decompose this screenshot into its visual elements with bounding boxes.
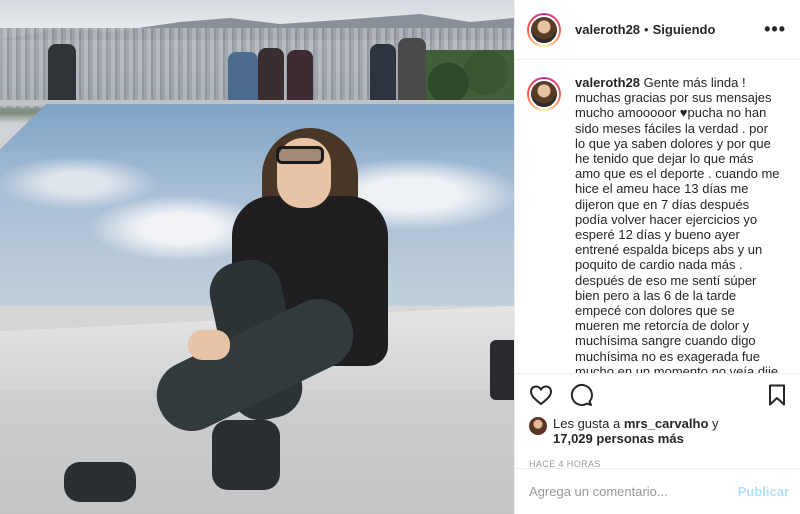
heart-outline-icon[interactable] <box>529 383 553 407</box>
bag <box>490 340 514 400</box>
black-heart-icon: ♥ <box>679 105 688 121</box>
more-options-icon[interactable]: ••• <box>764 19 786 40</box>
trees <box>420 50 514 105</box>
bystander <box>228 52 258 102</box>
bystander <box>370 44 396 102</box>
sunglasses <box>276 146 324 164</box>
actions-area: Les gusta a mrs_carvalho y 17,029 person… <box>515 373 800 474</box>
instagram-post: valeroth28 • Siguiendo ••• valeroth28 Ge… <box>0 0 800 514</box>
side-panel: valeroth28 • Siguiendo ••• valeroth28 Ge… <box>514 0 800 514</box>
separator-dot: • <box>644 22 649 37</box>
caption: valeroth28 Gente más linda ! muchas grac… <box>575 75 781 373</box>
bystander <box>258 48 284 102</box>
woman-hand <box>188 330 230 360</box>
likes-prefix: Les gusta a <box>553 416 624 431</box>
caption-text: pucha no han sido meses fáciles la verda… <box>575 105 780 373</box>
caption-username[interactable]: valeroth28 <box>575 75 640 90</box>
likes-summary: Les gusta a mrs_carvalho y 17,029 person… <box>515 416 800 456</box>
likes-text: Les gusta a mrs_carvalho y 17,029 person… <box>553 416 753 446</box>
bystander <box>398 38 426 104</box>
header-username[interactable]: valeroth28 <box>575 22 640 37</box>
avatar[interactable] <box>529 14 559 45</box>
comment-input[interactable] <box>529 484 738 499</box>
bookmark-icon[interactable] <box>765 383 789 407</box>
following-button[interactable]: Siguiendo <box>653 22 716 37</box>
bystander <box>48 44 76 104</box>
story-ring[interactable] <box>527 12 561 47</box>
comment-box: Publicar <box>515 468 800 514</box>
bystander <box>287 50 313 102</box>
liker-avatar[interactable] <box>529 417 547 435</box>
sneaker <box>212 420 280 490</box>
story-ring[interactable] <box>527 77 561 111</box>
action-bar <box>515 374 800 416</box>
sneaker <box>64 462 136 502</box>
post-header: valeroth28 • Siguiendo ••• <box>515 0 800 60</box>
liker-username[interactable]: mrs_carvalho <box>624 416 709 431</box>
publish-button[interactable]: Publicar <box>738 484 789 499</box>
likes-connector: y <box>708 416 719 431</box>
avatar[interactable] <box>529 79 559 109</box>
caption-area: valeroth28 Gente más linda ! muchas grac… <box>515 61 800 373</box>
likes-count[interactable]: 17,029 personas más <box>553 431 684 446</box>
post-photo[interactable] <box>0 0 514 514</box>
comment-bubble-icon[interactable] <box>569 383 593 407</box>
